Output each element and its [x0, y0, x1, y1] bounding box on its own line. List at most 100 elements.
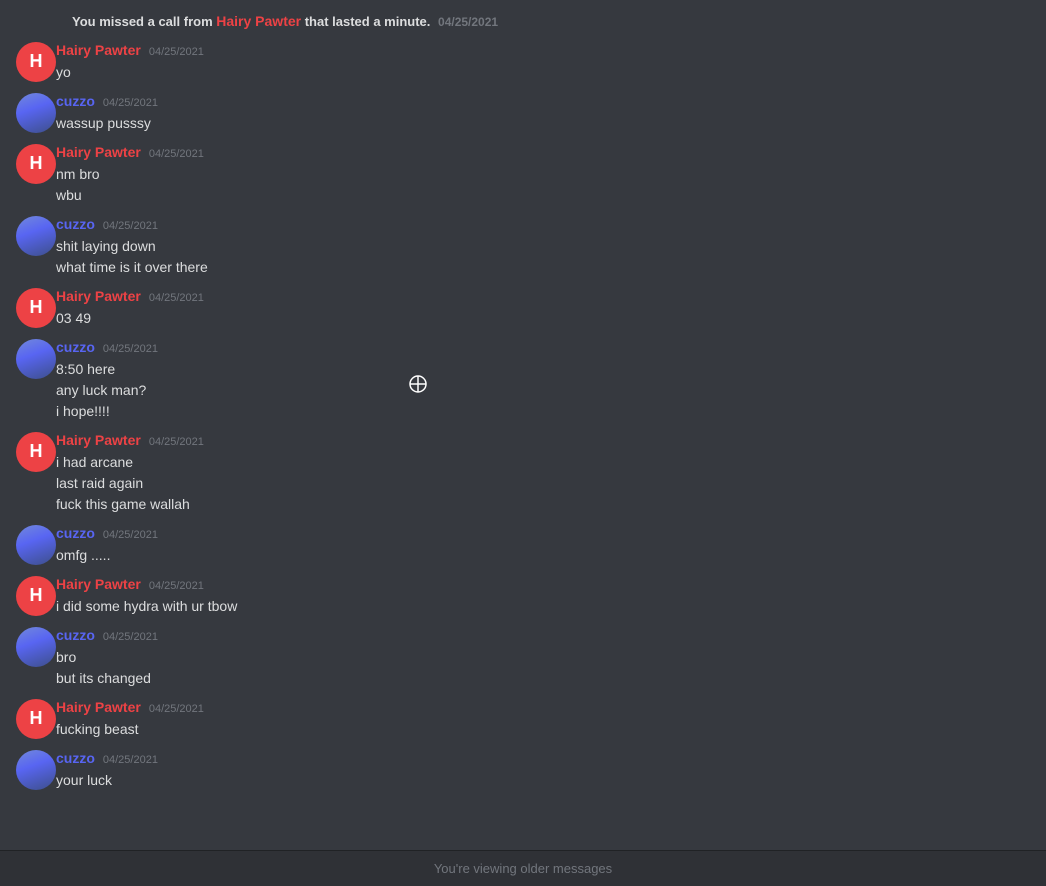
message-text: fucking beast — [56, 719, 1030, 740]
message-header: Hairy Pawter 04/25/2021 — [56, 42, 1030, 58]
message-timestamp: 04/25/2021 — [103, 343, 158, 355]
message-text: i did some hydra with ur tbow — [56, 596, 1030, 617]
message-header: Hairy Pawter 04/25/2021 — [56, 432, 1030, 448]
message-text: shit laying down — [56, 236, 1030, 257]
avatar-inner — [16, 627, 56, 667]
system-caller-name: Hairy Pawter — [216, 13, 301, 29]
avatar: H — [16, 288, 56, 328]
avatar-inner — [16, 339, 56, 379]
message-text: i hope!!!! — [56, 401, 1030, 422]
message-content: Hairy Pawter 04/25/2021 i had arcane las… — [56, 432, 1030, 515]
message-content: cuzzo 04/25/2021 shit laying down what t… — [56, 216, 1030, 278]
message-content: Hairy Pawter 04/25/2021 03 49 — [56, 288, 1030, 329]
message-header: cuzzo 04/25/2021 — [56, 216, 1030, 232]
message-timestamp: 04/25/2021 — [149, 292, 204, 304]
message-header: cuzzo 04/25/2021 — [56, 627, 1030, 643]
username: cuzzo — [56, 525, 95, 541]
avatar-inner — [16, 750, 56, 790]
username: cuzzo — [56, 750, 95, 766]
avatar — [16, 93, 56, 133]
message-timestamp: 04/25/2021 — [103, 97, 158, 109]
system-text-prefix: You missed a call from — [72, 14, 216, 29]
username: Hairy Pawter — [56, 144, 141, 160]
message-group: cuzzo 04/25/2021 omfg ..... — [0, 521, 1046, 570]
message-content: cuzzo 04/25/2021 wassup pusssy — [56, 93, 1030, 134]
message-header: Hairy Pawter 04/25/2021 — [56, 576, 1030, 592]
avatar: H — [16, 699, 56, 739]
message-header: cuzzo 04/25/2021 — [56, 525, 1030, 541]
avatar-inner — [16, 525, 56, 565]
avatar — [16, 216, 56, 256]
message-text: i had arcane — [56, 452, 1030, 473]
message-header: cuzzo 04/25/2021 — [56, 93, 1030, 109]
message-content: Hairy Pawter 04/25/2021 nm bro wbu — [56, 144, 1030, 206]
message-text: 8:50 here — [56, 359, 1030, 380]
username: Hairy Pawter — [56, 42, 141, 58]
message-text: any luck man? — [56, 380, 1030, 401]
message-group: cuzzo 04/25/2021 your luck — [0, 746, 1046, 795]
system-message: You missed a call from Hairy Pawter that… — [0, 8, 1046, 36]
bottom-bar-text: You're viewing older messages — [434, 861, 612, 876]
message-content: cuzzo 04/25/2021 your luck — [56, 750, 1030, 791]
message-text: but its changed — [56, 668, 1030, 689]
username: cuzzo — [56, 216, 95, 232]
system-text-suffix: that lasted a minute. — [301, 14, 434, 29]
message-content: Hairy Pawter 04/25/2021 i did some hydra… — [56, 576, 1030, 617]
message-header: Hairy Pawter 04/25/2021 — [56, 144, 1030, 160]
message-text: bro — [56, 647, 1030, 668]
message-timestamp: 04/25/2021 — [149, 703, 204, 715]
message-text: wassup pusssy — [56, 113, 1030, 134]
message-group: cuzzo 04/25/2021 shit laying down what t… — [0, 212, 1046, 282]
message-header: cuzzo 04/25/2021 — [56, 339, 1030, 355]
message-text: wbu — [56, 185, 1030, 206]
username: cuzzo — [56, 627, 95, 643]
message-group: H Hairy Pawter 04/25/2021 yo — [0, 38, 1046, 87]
message-group: cuzzo 04/25/2021 8:50 here any luck man?… — [0, 335, 1046, 426]
message-content: cuzzo 04/25/2021 bro but its changed — [56, 627, 1030, 689]
message-content: Hairy Pawter 04/25/2021 yo — [56, 42, 1030, 83]
avatar — [16, 339, 56, 379]
message-text: yo — [56, 62, 1030, 83]
system-timestamp: 04/25/2021 — [438, 15, 498, 29]
avatar — [16, 750, 56, 790]
avatar: H — [16, 576, 56, 616]
message-timestamp: 04/25/2021 — [103, 631, 158, 643]
message-group: H Hairy Pawter 04/25/2021 i did some hyd… — [0, 572, 1046, 621]
message-group: H Hairy Pawter 04/25/2021 03 49 — [0, 284, 1046, 333]
username: Hairy Pawter — [56, 576, 141, 592]
message-timestamp: 04/25/2021 — [103, 220, 158, 232]
avatar-inner — [16, 93, 56, 133]
avatar-inner — [16, 216, 56, 256]
message-content: cuzzo 04/25/2021 omfg ..... — [56, 525, 1030, 566]
bottom-bar: You're viewing older messages — [0, 850, 1046, 886]
message-group: cuzzo 04/25/2021 wassup pusssy — [0, 89, 1046, 138]
message-header: cuzzo 04/25/2021 — [56, 750, 1030, 766]
username: Hairy Pawter — [56, 699, 141, 715]
username: Hairy Pawter — [56, 432, 141, 448]
avatar: H — [16, 42, 56, 82]
message-text: last raid again — [56, 473, 1030, 494]
message-group: H Hairy Pawter 04/25/2021 fucking beast — [0, 695, 1046, 744]
message-timestamp: 04/25/2021 — [149, 580, 204, 592]
message-group: cuzzo 04/25/2021 bro but its changed — [0, 623, 1046, 693]
message-timestamp: 04/25/2021 — [103, 754, 158, 766]
message-header: Hairy Pawter 04/25/2021 — [56, 288, 1030, 304]
message-group: H Hairy Pawter 04/25/2021 i had arcane l… — [0, 428, 1046, 519]
username: Hairy Pawter — [56, 288, 141, 304]
username: cuzzo — [56, 339, 95, 355]
avatar: H — [16, 432, 56, 472]
message-text: what time is it over there — [56, 257, 1030, 278]
message-text: your luck — [56, 770, 1030, 791]
message-text: nm bro — [56, 164, 1030, 185]
message-text: omfg ..... — [56, 545, 1030, 566]
message-text: 03 49 — [56, 308, 1030, 329]
message-timestamp: 04/25/2021 — [103, 529, 158, 541]
message-group: H Hairy Pawter 04/25/2021 nm bro wbu — [0, 140, 1046, 210]
avatar — [16, 627, 56, 667]
username: cuzzo — [56, 93, 95, 109]
chat-container: You missed a call from Hairy Pawter that… — [0, 0, 1046, 805]
message-timestamp: 04/25/2021 — [149, 46, 204, 58]
message-timestamp: 04/25/2021 — [149, 148, 204, 160]
avatar — [16, 525, 56, 565]
avatar: H — [16, 144, 56, 184]
